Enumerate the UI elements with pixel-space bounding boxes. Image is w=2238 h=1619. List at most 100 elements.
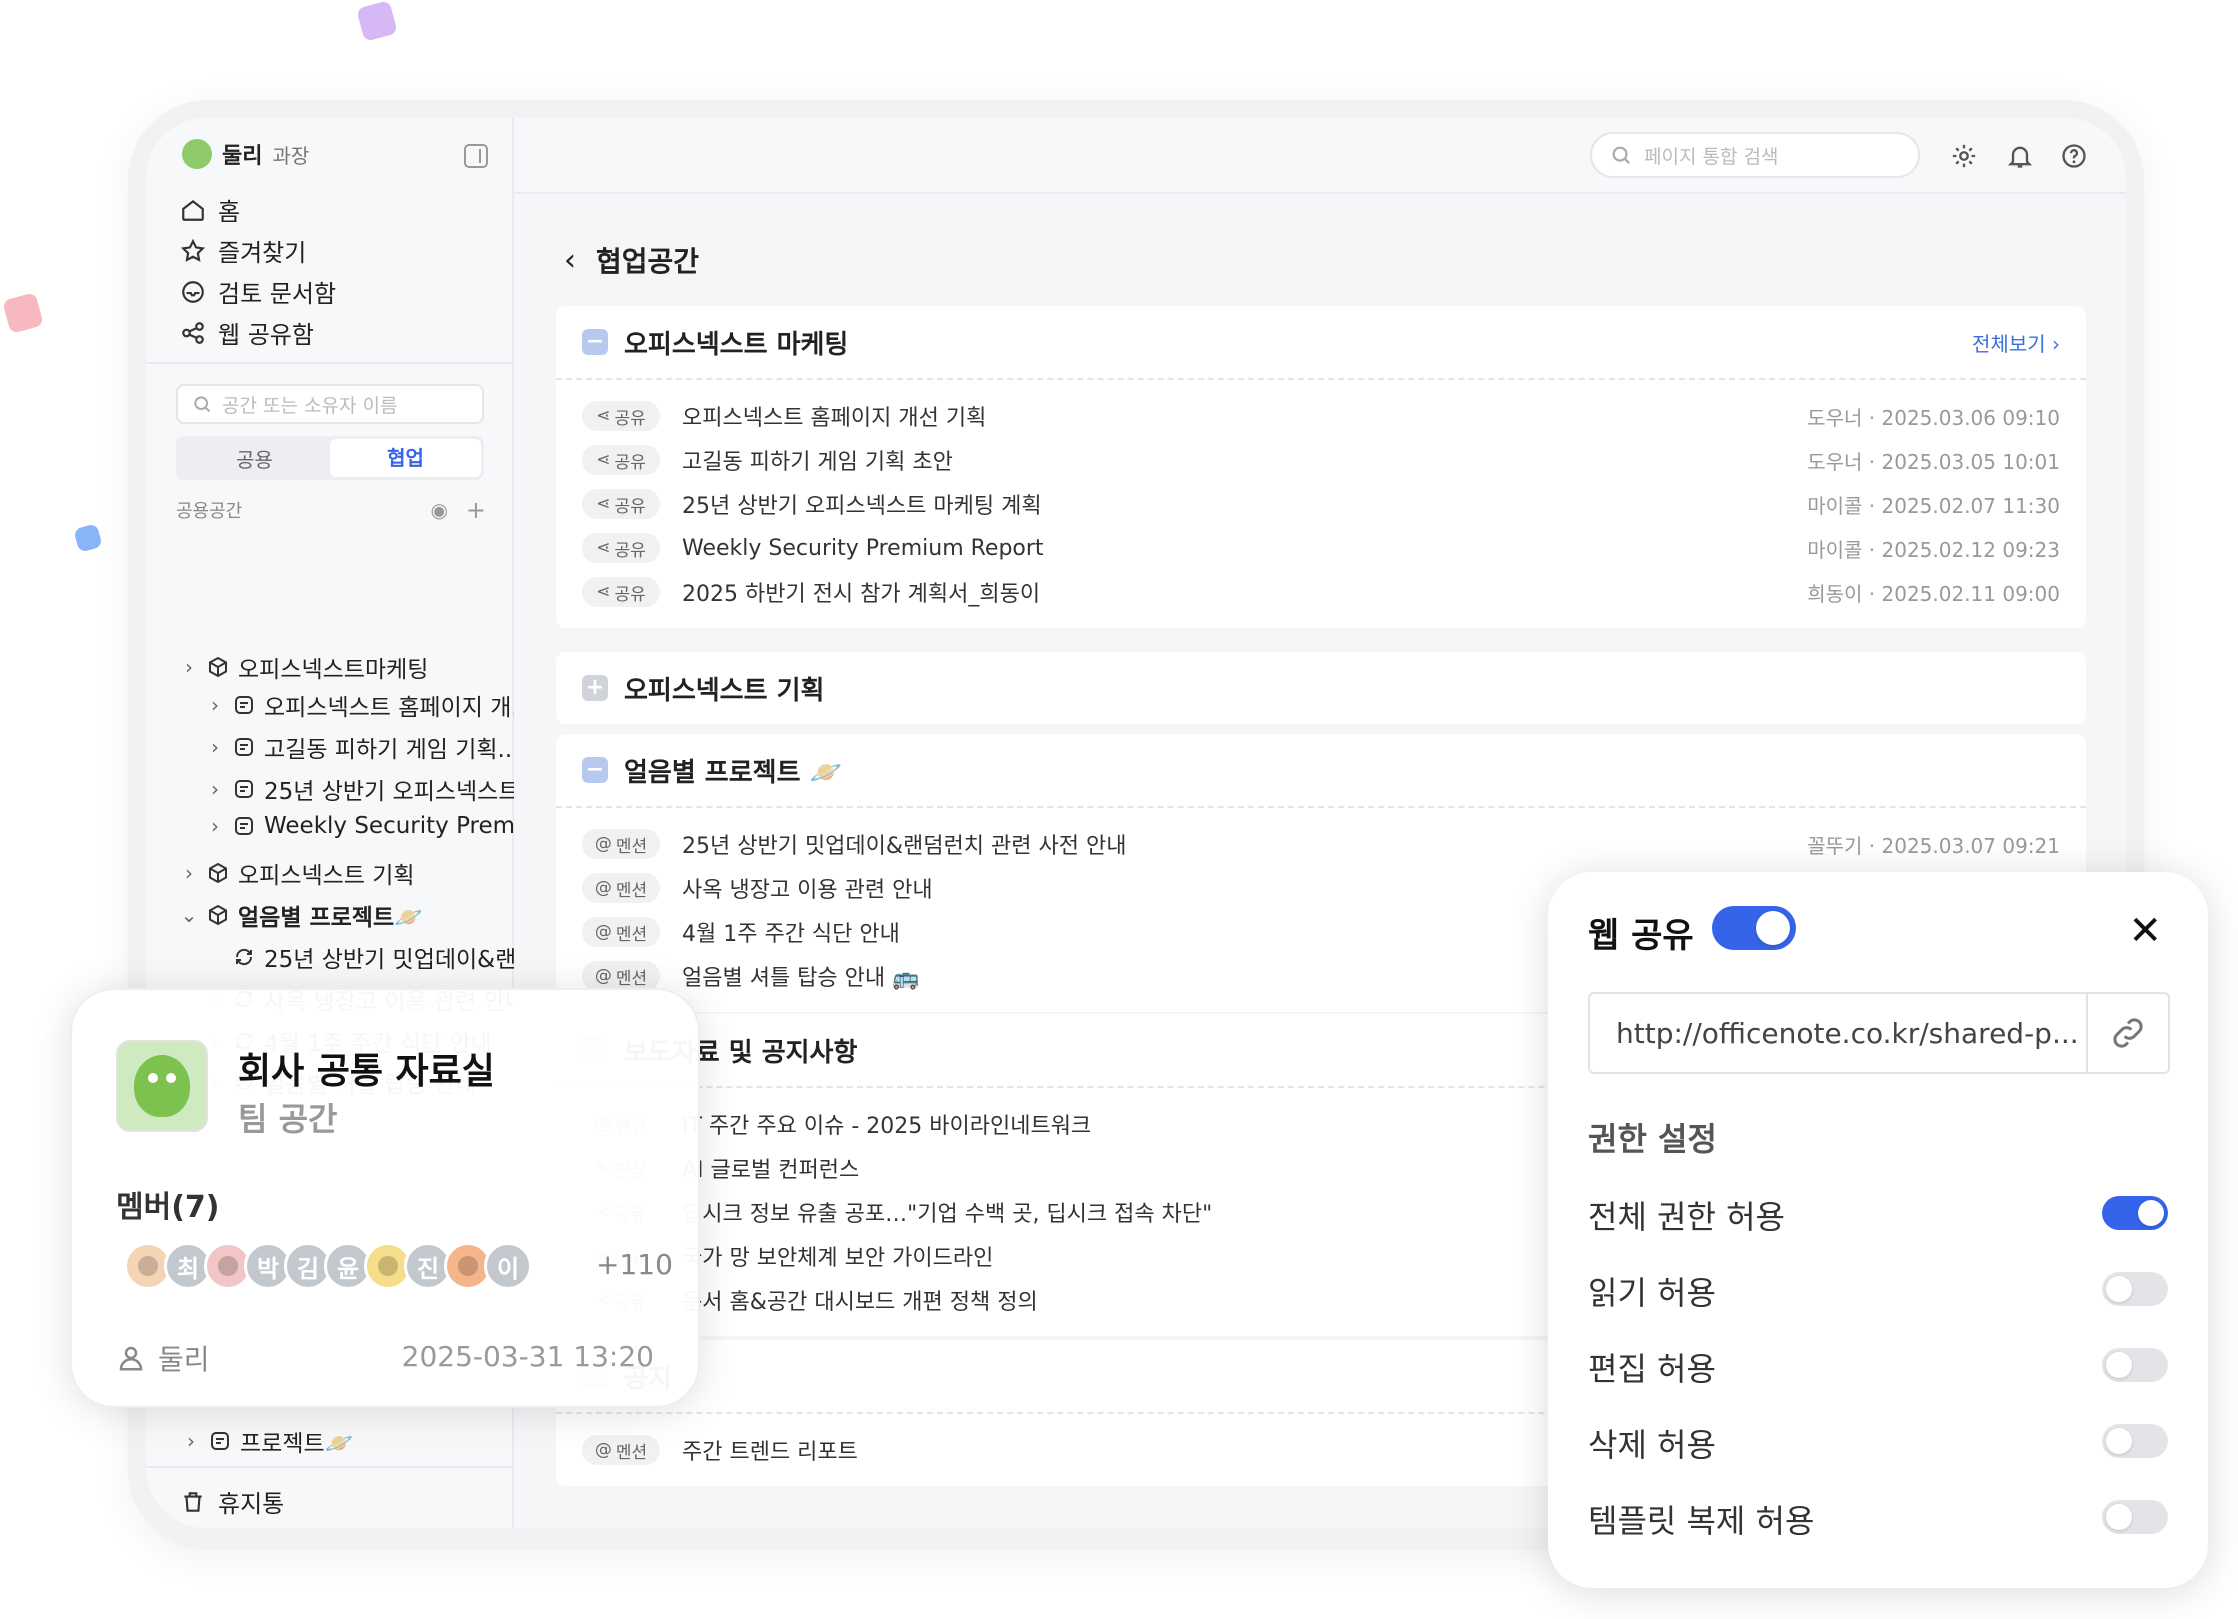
inbox-icon bbox=[182, 280, 204, 303]
tree-item[interactable]: › 25년 상반기 오피스넥스트... bbox=[206, 772, 541, 806]
permission-toggle[interactable] bbox=[2102, 1272, 2168, 1306]
permission-toggle[interactable] bbox=[2102, 1500, 2168, 1534]
item-meta: 도우너 · 2025.03.06 09:10 bbox=[1807, 405, 2060, 430]
permission-toggle[interactable] bbox=[2102, 1424, 2168, 1458]
global-search-input[interactable]: 페이지 통합 검색 bbox=[1590, 132, 1920, 178]
nav-webshare[interactable]: 웹 공유함 bbox=[180, 315, 314, 350]
user-profile[interactable]: 둘리 과장 bbox=[182, 138, 309, 170]
tree-item[interactable]: › 오피스넥스트마케팅 bbox=[180, 650, 428, 684]
home-icon bbox=[182, 199, 204, 221]
item-title: 25년 상반기 오피스넥스트 마케팅 계획 bbox=[682, 494, 1042, 519]
permission-toggle[interactable] bbox=[2102, 1196, 2168, 1230]
page-header: ‹ 협업공간 bbox=[564, 240, 699, 280]
copy-link-button[interactable] bbox=[2086, 994, 2168, 1072]
section-header[interactable]: + 오피스넥스트 기획 bbox=[556, 652, 2086, 724]
add-space-icon[interactable]: + bbox=[466, 496, 486, 524]
tab-collab-label: 협업 bbox=[387, 446, 424, 470]
nav-home[interactable]: 홈 bbox=[180, 192, 240, 227]
user-role: 과장 bbox=[272, 143, 310, 168]
tree-item[interactable]: › 오피스넥스트 기획 bbox=[180, 856, 415, 890]
permission-label: 편집 허용 bbox=[1588, 1350, 1716, 1388]
collapse-sidebar-icon[interactable] bbox=[464, 144, 488, 168]
top-bar: 페이지 통합 검색 bbox=[514, 118, 2126, 194]
page-title: 협업공간 bbox=[596, 245, 700, 278]
item-title: 2025 하반기 전시 참가 계획서_희동이 bbox=[682, 582, 1041, 607]
item-title: 25년 상반기 밋업데이&랜덤런치 관련 사전 안내 bbox=[682, 834, 1127, 859]
item-tag-label: 공유 bbox=[614, 408, 646, 429]
list-item[interactable]: ⋖ 공유 오피스넥스트 홈페이지 개선 기획 도우너 · 2025.03.06 09:… bbox=[582, 394, 2060, 438]
share-url-field[interactable]: http://officenote.co.kr/shared-p... bbox=[1588, 992, 2170, 1074]
nav-favorites[interactable]: 즐겨찾기 bbox=[180, 233, 306, 268]
eye-icon[interactable]: ◉ bbox=[430, 498, 447, 522]
view-all-label: 전체보기 bbox=[1972, 331, 2046, 356]
permission-toggle[interactable] bbox=[2102, 1348, 2168, 1382]
tree-item[interactable]: ⌄ 얼음별 프로젝트🪐 bbox=[180, 898, 423, 932]
section-header[interactable]: − 얼음별 프로젝트 🪐 bbox=[556, 734, 2086, 806]
space-cube-icon bbox=[206, 655, 230, 679]
share-icon: ⋖ bbox=[596, 494, 611, 514]
collapse-icon[interactable]: − bbox=[582, 329, 608, 355]
search-icon bbox=[1612, 146, 1631, 165]
help-icon[interactable] bbox=[2060, 142, 2088, 170]
permission-label: 템플릿 복제 허용 bbox=[1588, 1502, 1815, 1540]
tree-item[interactable]: › Weekly Security Premi... bbox=[206, 813, 543, 839]
tree-item[interactable]: 25년 상반기 밋업데이&랜... bbox=[206, 940, 538, 974]
collapse-icon[interactable]: − bbox=[582, 757, 608, 783]
tab-public[interactable]: 공용 bbox=[179, 444, 330, 473]
section-title: 얼음별 프로젝트 🪐 bbox=[624, 757, 842, 788]
list-item[interactable]: @ 멘션 25년 상반기 밋업데이&랜덤런치 관련 사전 안내 꼴뚜기 · 2025.… bbox=[582, 822, 2060, 866]
item-tag: @멘션 bbox=[582, 961, 660, 991]
close-icon[interactable]: ✕ bbox=[2128, 908, 2162, 954]
member-avatars[interactable]: 최박김윤진이 bbox=[124, 1242, 532, 1290]
mention-icon: @ bbox=[594, 922, 612, 942]
team-space-card[interactable]: 회사 공통 자료실 팀 공간 멤버(7) 최박김윤진이 +110 둘리 2025… bbox=[70, 988, 700, 1408]
tree-item-label: 얼음별 프로젝트🪐 bbox=[238, 905, 423, 931]
document-icon bbox=[232, 693, 256, 717]
web-share-toggle[interactable] bbox=[1712, 906, 1796, 950]
list-item[interactable]: ⋖ 공유 고길동 피하기 게임 기획 초안 도우너 · 2025.03.05 10:0… bbox=[582, 438, 2060, 482]
settings-icon[interactable] bbox=[1950, 142, 1978, 170]
team-subtitle: 팀 공간 bbox=[238, 1100, 338, 1138]
list-item[interactable]: ⋖ 공유 25년 상반기 오피스넥스트 마케팅 계획 마이콜 · 2025.02.07… bbox=[582, 482, 2060, 526]
share-icon: ⋖ bbox=[596, 582, 611, 602]
list-item[interactable]: ⋖ 공유 2025 하반기 전시 참가 계획서_희동이 희동이 · 2025.02.1… bbox=[582, 570, 2060, 614]
item-title: 문서 홈&공간 대시보드 개편 정책 정의 bbox=[682, 1290, 1038, 1315]
space-cube-icon bbox=[206, 903, 230, 927]
item-tag: ⋖공유 bbox=[582, 489, 660, 519]
nav-trash[interactable]: 휴지통 bbox=[180, 1484, 284, 1519]
item-meta: 마이콜 · 2025.02.12 09:23 bbox=[1807, 537, 2060, 562]
item-title: 딥시크 정보 유출 공포…"기업 수백 곳, 딥시크 접속 차단" bbox=[682, 1202, 1213, 1227]
trash-icon bbox=[184, 1491, 202, 1512]
item-tag: ⋖공유 bbox=[582, 533, 660, 563]
sidebar-tab-group: 공용 협업 bbox=[176, 436, 484, 480]
chevron-right-icon: › bbox=[211, 777, 219, 801]
search-icon bbox=[194, 396, 211, 413]
list-item[interactable]: ⋖ 공유 Weekly Security Premium Report 마이콜 · 2… bbox=[582, 526, 2060, 570]
item-tag: ⋖공유 bbox=[582, 445, 660, 475]
tree-item-project[interactable]: › 프로젝트🪐 bbox=[182, 1424, 353, 1458]
tab-collab[interactable]: 협업 bbox=[330, 439, 481, 477]
document-icon bbox=[211, 1432, 229, 1450]
mention-icon: @ bbox=[594, 1440, 612, 1460]
item-title: 4월 1주 주간 식단 안내 bbox=[682, 922, 900, 947]
tree-item-label: 오피스넥스트 홈페이지 개... bbox=[264, 695, 534, 721]
tree-item-label: 25년 상반기 밋업데이&랜... bbox=[264, 947, 539, 973]
tree-item[interactable]: › 고길동 피하기 게임 기획... bbox=[206, 730, 519, 764]
item-tag-label: 멘션 bbox=[615, 968, 648, 989]
mention-icon: @ bbox=[594, 966, 612, 986]
expand-icon[interactable]: + bbox=[582, 675, 608, 701]
team-avatar bbox=[116, 1040, 208, 1132]
share-url-value: http://officenote.co.kr/shared-p... bbox=[1616, 1016, 2079, 1050]
team-owner: 둘리 bbox=[116, 1338, 210, 1378]
view-all-link[interactable]: 전체보기 › bbox=[1972, 328, 2060, 357]
space-search-input[interactable]: 공간 또는 소유자 이름 bbox=[176, 384, 484, 424]
tree-item[interactable]: › 오피스넥스트 홈페이지 개... bbox=[206, 688, 533, 722]
section-body: ⋖ 공유 오피스넥스트 홈페이지 개선 기획 도우너 · 2025.03.06 09:… bbox=[556, 378, 2086, 628]
section-header[interactable]: − 오피스넥스트 마케팅 전체보기 › bbox=[556, 306, 2086, 378]
item-tag: @멘션 bbox=[582, 1435, 660, 1465]
item-tag: ⋖공유 bbox=[582, 401, 660, 431]
back-arrow-icon[interactable]: ‹ bbox=[564, 243, 576, 278]
chevron-right-icon: › bbox=[185, 655, 193, 679]
bell-icon[interactable] bbox=[2006, 142, 2034, 170]
nav-review[interactable]: 검토 문서함 bbox=[180, 274, 336, 309]
